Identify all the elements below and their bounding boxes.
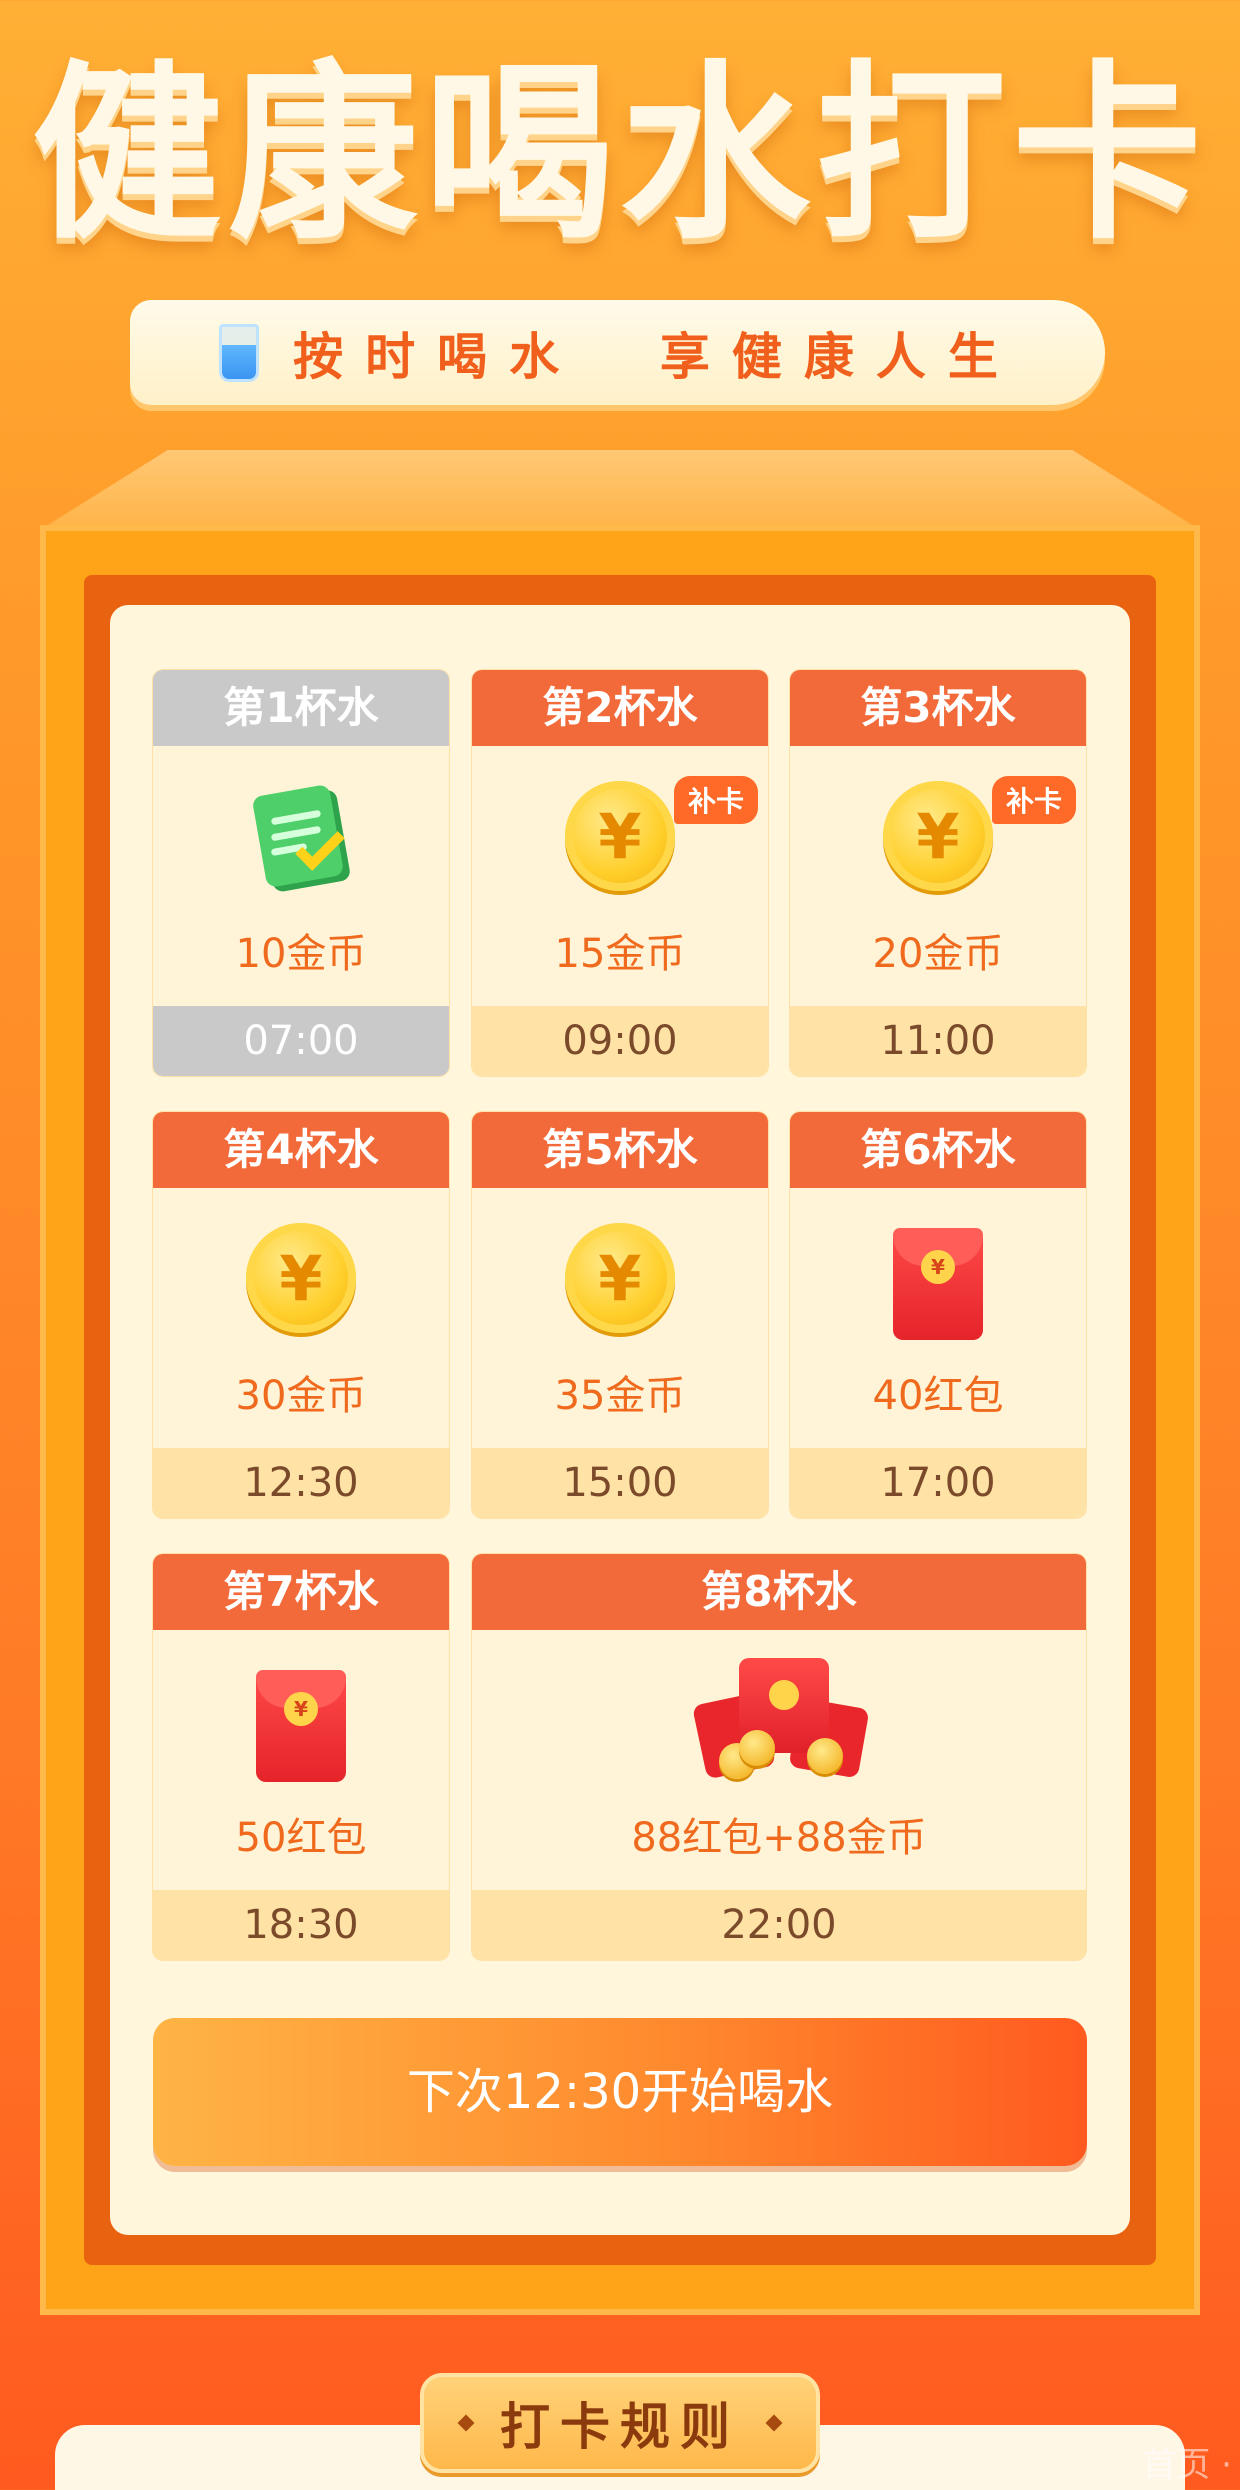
water-glass-icon bbox=[215, 323, 263, 382]
cup-card-2[interactable]: 第2杯水 ¥ 补卡 15金币 09:00 bbox=[472, 670, 768, 1076]
next-drink-button[interactable]: 下次12:30开始喝水 bbox=[153, 2018, 1087, 2166]
cup-card-6[interactable]: 第6杯水 ¥ 40红包 17:00 bbox=[790, 1112, 1086, 1518]
cup-card-title: 第7杯水 bbox=[153, 1554, 449, 1630]
cup-card-reward: 30金币 bbox=[235, 1373, 367, 1419]
coin-icon: ¥ bbox=[246, 1223, 356, 1333]
watermark: 首页 · bbox=[1142, 2445, 1232, 2485]
cup-card-time: 09:00 bbox=[472, 1006, 768, 1076]
cup-card-time: 22:00 bbox=[472, 1890, 1086, 1960]
cup-card-title: 第4杯水 bbox=[153, 1112, 449, 1188]
red-envelope-bundle-icon bbox=[691, 1658, 870, 1783]
cup-card-time: 18:30 bbox=[153, 1890, 449, 1960]
cup-card-title: 第8杯水 bbox=[472, 1554, 1086, 1630]
cup-card-time: 07:00 bbox=[153, 1006, 449, 1076]
cup-card-reward: 50红包 bbox=[235, 1815, 367, 1861]
cup-card-title: 第6杯水 bbox=[790, 1112, 1086, 1188]
cup-card-time: 15:00 bbox=[472, 1448, 768, 1518]
cup-card-3[interactable]: 第3杯水 ¥ 补卡 20金币 11:00 bbox=[790, 670, 1086, 1076]
cup-card-reward: 35金币 bbox=[554, 1373, 686, 1419]
cup-card-title: 第1杯水 bbox=[153, 670, 449, 746]
red-envelope-icon: ¥ bbox=[256, 1670, 346, 1782]
makeup-checkin-badge[interactable]: 补卡 bbox=[673, 776, 758, 824]
cup-card-1[interactable]: 第1杯水 10金币 07:00 bbox=[153, 670, 449, 1076]
cup-card-title: 第5杯水 bbox=[472, 1112, 768, 1188]
cup-card-reward: 88红包+88金币 bbox=[631, 1815, 927, 1861]
cup-card-reward: 40红包 bbox=[872, 1373, 1004, 1419]
cup-card-time: 17:00 bbox=[790, 1448, 1086, 1518]
rules-title: 打卡规则 bbox=[500, 2398, 740, 2456]
coin-icon: ¥ bbox=[883, 781, 993, 891]
cup-card-8[interactable]: 第8杯水 88红包+88金币 22:00 bbox=[472, 1554, 1086, 1960]
red-envelope-icon: ¥ bbox=[893, 1228, 983, 1340]
cup-card-title: 第2杯水 bbox=[472, 670, 768, 746]
cup-card-reward: 10金币 bbox=[235, 931, 367, 977]
cup-card-time: 12:30 bbox=[153, 1448, 449, 1518]
box-lid bbox=[40, 450, 1200, 530]
cup-card-reward: 15金币 bbox=[554, 931, 686, 977]
subtitle-text: 按时喝水 享健康人生 bbox=[293, 327, 1020, 386]
cup-card-5[interactable]: 第5杯水 ¥ 35金币 15:00 bbox=[472, 1112, 768, 1518]
cup-card-reward: 20金币 bbox=[872, 931, 1004, 977]
coin-icon: ¥ bbox=[565, 1223, 675, 1333]
notepad-check-icon bbox=[251, 783, 351, 889]
rules-tab[interactable]: 打卡规则 bbox=[420, 2373, 820, 2473]
cup-card-4[interactable]: 第4杯水 ¥ 30金币 12:30 bbox=[153, 1112, 449, 1518]
page-title: 健康喝水打卡 bbox=[31, 44, 1208, 265]
cup-card-time: 11:00 bbox=[790, 1006, 1086, 1076]
cup-card-7[interactable]: 第7杯水 ¥ 50红包 18:30 bbox=[153, 1554, 449, 1960]
cup-card-title: 第3杯水 bbox=[790, 670, 1086, 746]
coin-icon: ¥ bbox=[565, 781, 675, 891]
subtitle-banner: 按时喝水 享健康人生 bbox=[130, 300, 1105, 405]
diamond-icon bbox=[765, 2414, 783, 2432]
makeup-checkin-badge[interactable]: 补卡 bbox=[991, 776, 1076, 824]
diamond-icon bbox=[457, 2414, 475, 2432]
